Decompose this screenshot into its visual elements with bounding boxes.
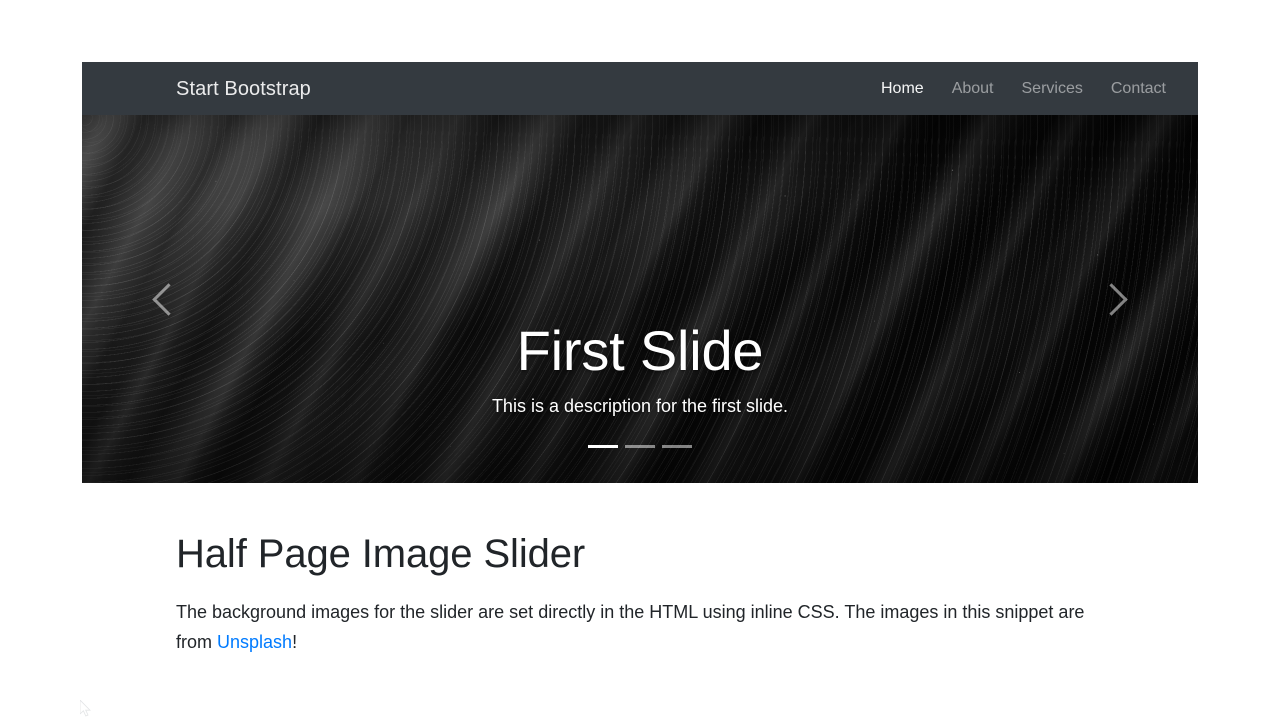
mouse-cursor: [80, 700, 91, 717]
nav-link-home[interactable]: Home: [867, 71, 938, 106]
navbar-nav: Home About Services Contact: [867, 71, 1198, 106]
nav-link-about[interactable]: About: [938, 71, 1008, 106]
page-title: Half Page Image Slider: [176, 532, 586, 576]
carousel-next-control[interactable]: [1031, 115, 1198, 483]
carousel-indicator-2[interactable]: [625, 435, 655, 458]
carousel-prev-control[interactable]: [82, 115, 249, 483]
carousel-indicator-3[interactable]: [662, 435, 692, 458]
chevron-right-icon: [1095, 282, 1129, 316]
page-container: Start Bootstrap Home About Services Cont…: [82, 62, 1198, 658]
chevron-left-icon: [151, 282, 185, 316]
page-root: Start Bootstrap Home About Services Cont…: [0, 0, 1280, 720]
content-paragraph: The background images for the slider are…: [176, 598, 1090, 658]
unsplash-link[interactable]: Unsplash: [217, 632, 292, 652]
main-navbar: Start Bootstrap Home About Services Cont…: [82, 62, 1198, 115]
nav-item-home: Home: [867, 71, 938, 106]
nav-link-contact[interactable]: Contact: [1097, 71, 1180, 106]
nav-item-contact: Contact: [1097, 71, 1180, 106]
paragraph-text-after: !: [292, 631, 298, 652]
nav-item-services: Services: [1008, 71, 1097, 106]
nav-link-services[interactable]: Services: [1008, 71, 1097, 106]
navbar-brand[interactable]: Start Bootstrap: [176, 79, 311, 99]
content-section: Half Page Image Slider The background im…: [82, 483, 1198, 658]
nav-item-about: About: [938, 71, 1008, 106]
image-carousel: First Slide This is a description for th…: [82, 115, 1198, 483]
paragraph-text-before: The background images for the slider are…: [176, 602, 1085, 652]
carousel-indicator-1[interactable]: [588, 435, 618, 458]
